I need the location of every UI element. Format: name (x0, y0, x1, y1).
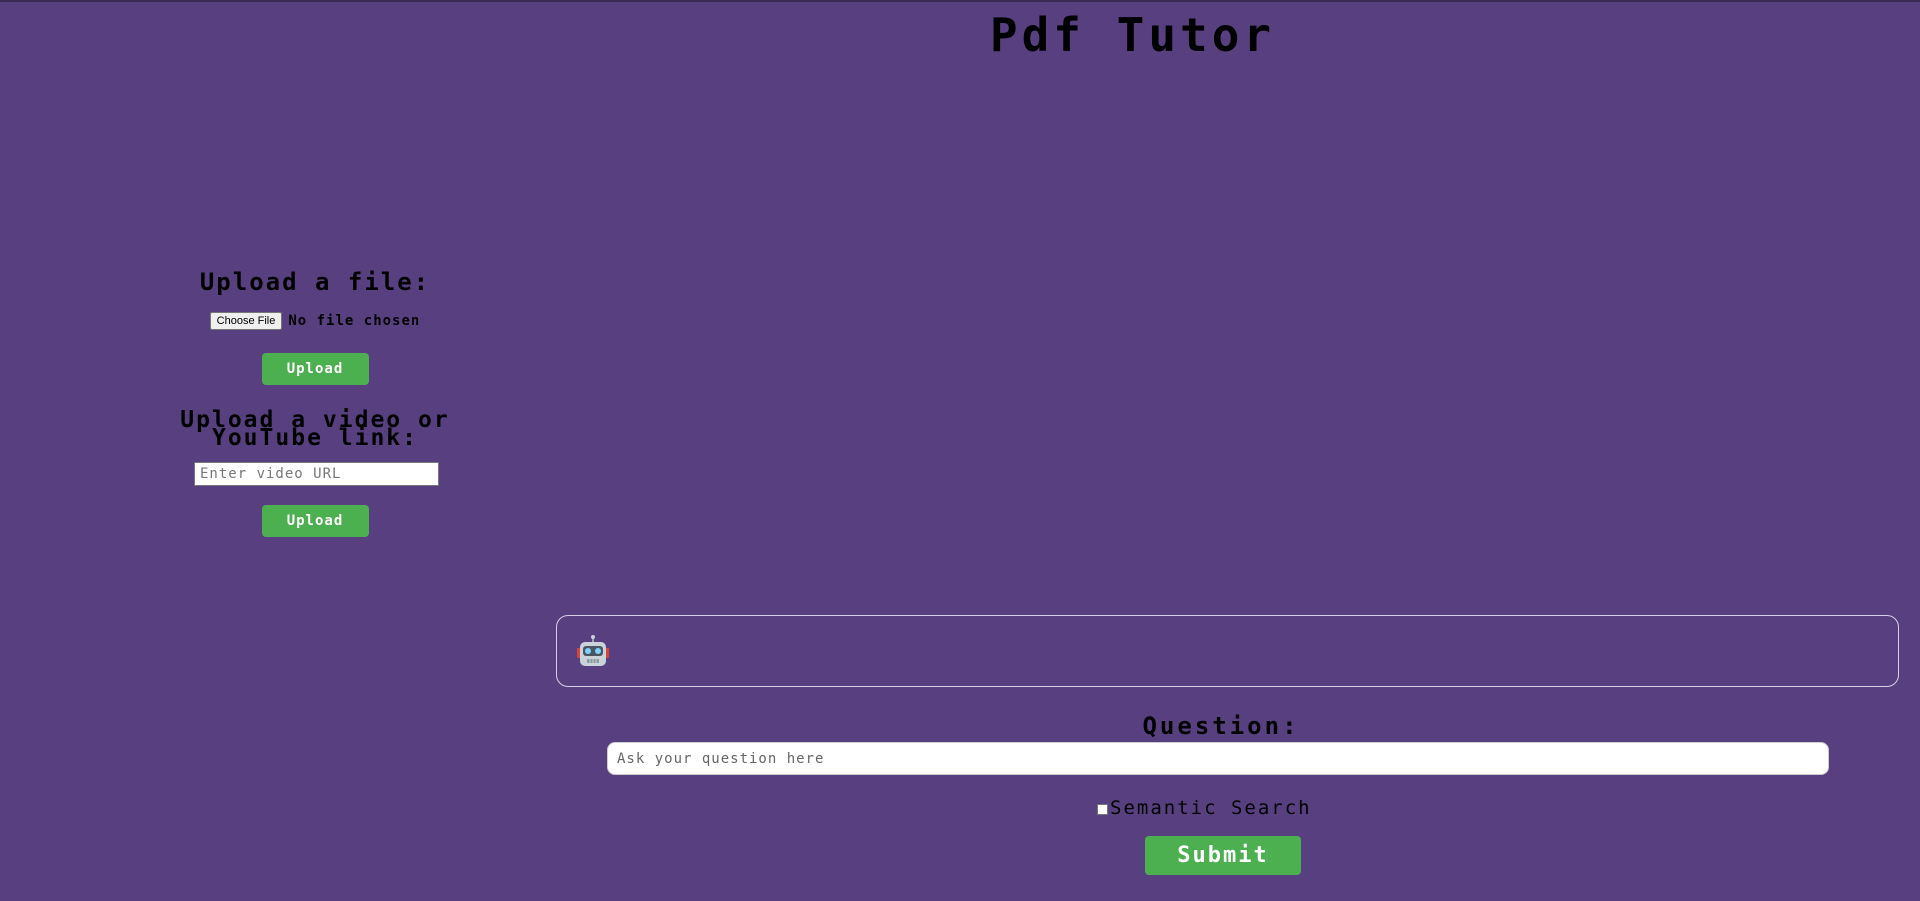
file-status: No file chosen (288, 313, 421, 329)
video-upload-button[interactable]: Upload (261, 505, 369, 537)
robot-icon (577, 635, 609, 666)
semantic-search-toggle[interactable]: Semantic Search (1097, 797, 1312, 819)
question-label: Question: (1142, 712, 1300, 740)
file-input[interactable]: Choose File No file chosen (120, 312, 510, 330)
choose-file-button[interactable]: Choose File (209, 312, 283, 330)
semantic-search-checkbox[interactable] (1097, 804, 1108, 815)
page-title: Pdf Tutor (989, 8, 1276, 62)
video-upload-heading: Upload a video or YouTube link: (120, 409, 510, 450)
video-url-input[interactable] (194, 462, 439, 486)
upload-panel: Upload a file: Choose File No file chose… (120, 270, 510, 537)
submit-button[interactable]: Submit (1145, 836, 1301, 875)
semantic-search-label: Semantic Search (1110, 797, 1312, 819)
top-border (0, 0, 1920, 2)
question-input[interactable] (607, 742, 1829, 775)
video-heading-line2: YouTube link: (211, 425, 418, 451)
file-upload-heading: Upload a file: (199, 268, 431, 296)
chat-area (556, 615, 1899, 687)
file-upload-button[interactable]: Upload (261, 353, 369, 385)
